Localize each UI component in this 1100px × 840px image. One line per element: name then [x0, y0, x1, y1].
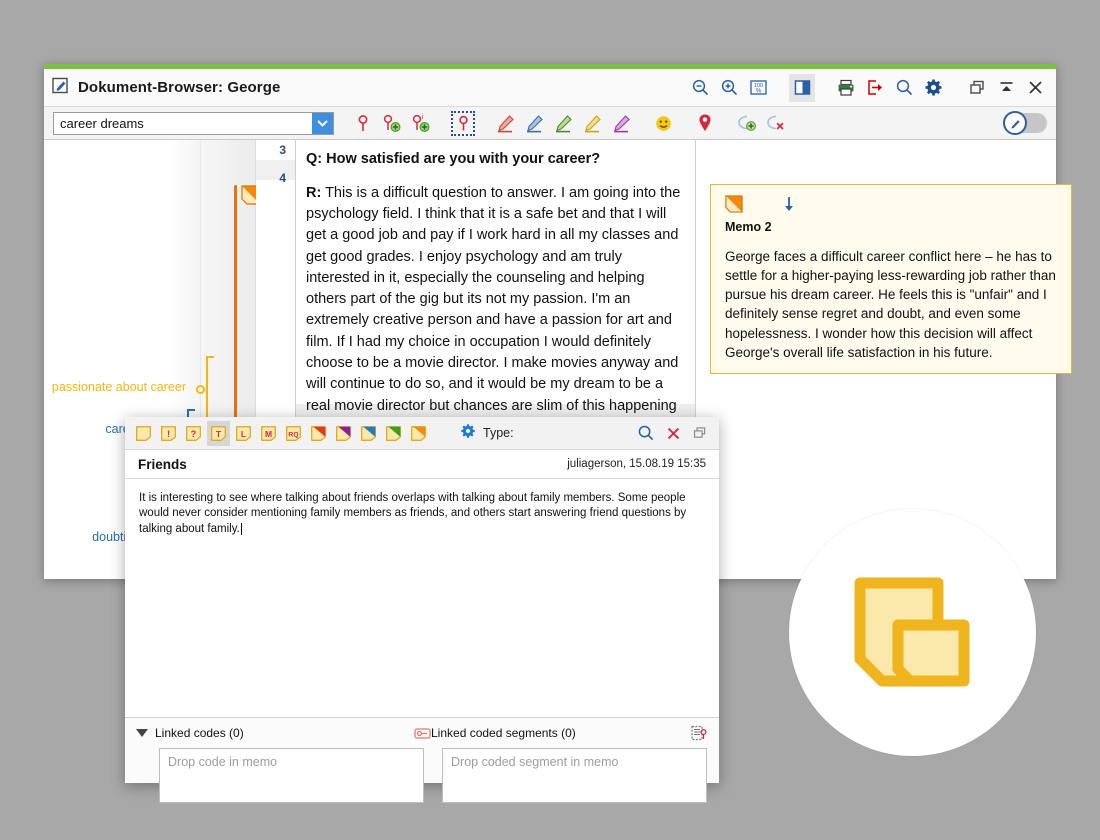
memo-panel: Memo 2 George faces a difficult career c… — [696, 140, 1072, 578]
document-edit-icon — [52, 77, 69, 99]
highlight-red-icon[interactable] — [492, 110, 518, 137]
memo-card-body: George faces a difficult career conflict… — [725, 249, 1056, 360]
page-number: 4 — [279, 171, 286, 185]
code-selected-icon[interactable] — [450, 110, 476, 137]
code-search-box[interactable] — [53, 111, 334, 135]
memo-author-date: juliagerson, 15.08.19 15:35 — [567, 458, 706, 470]
close-icon[interactable] — [665, 425, 682, 442]
highlight-yellow-icon[interactable] — [579, 110, 605, 137]
search-input[interactable] — [54, 112, 312, 134]
screen: Dokument-Browser: George 100% career dre… — [0, 0, 1100, 840]
edit-mode-toggle[interactable] — [1003, 111, 1047, 135]
memo-marker-icon[interactable] — [241, 185, 261, 205]
chevron-down-icon[interactable] — [312, 112, 333, 134]
window-titlebar: Dokument-Browser: George 100% — [44, 69, 1056, 107]
code-stripe-career-top[interactable] — [234, 185, 237, 428]
comment-add-icon[interactable] — [734, 110, 760, 137]
memo-orange-icon — [725, 194, 743, 218]
code-icon[interactable] — [350, 110, 376, 137]
memo-dialog-header: Friends juliagerson, 15.08.19 15:35 — [125, 450, 719, 479]
memo-color-orange[interactable] — [407, 421, 430, 446]
window-controls: 100% — [687, 73, 1048, 102]
svg-text:%: % — [755, 88, 761, 95]
highlight-green-icon[interactable] — [550, 110, 576, 137]
memo-type-literature[interactable]: L — [232, 421, 255, 446]
restore-icon[interactable] — [692, 425, 708, 441]
highlight-blue-icon[interactable] — [521, 110, 547, 137]
document-question: Q: How satisfied are you with your caree… — [306, 151, 601, 167]
export-icon[interactable] — [862, 74, 888, 102]
memo-type-research-question[interactable]: RQ — [282, 421, 305, 446]
memo-links-section: Linked codes (0) Linked coded segments (… — [125, 718, 719, 803]
memo-type-label: Type: — [483, 426, 514, 440]
collapse-icon[interactable] — [993, 74, 1019, 102]
gear-icon[interactable] — [460, 423, 476, 444]
highlight-magenta-icon[interactable] — [608, 110, 634, 137]
memo-type-blank[interactable] — [132, 421, 155, 446]
svg-text:L: L — [241, 428, 246, 438]
restore-icon[interactable] — [964, 74, 990, 102]
memo-type-method[interactable]: M — [257, 421, 280, 446]
linked-codes-dropzone[interactable]: Drop code in memo — [159, 748, 424, 803]
linked-segments-dropzone[interactable]: Drop coded segment in memo — [442, 748, 707, 803]
svg-text:RQ: RQ — [288, 431, 298, 438]
page-title: Dokument-Browser: George — [78, 79, 281, 96]
linked-codes-label: Linked codes (0) — [155, 726, 244, 740]
memo-color-red[interactable] — [307, 421, 330, 446]
memo-dialog-toolbar: ! ? T L M RQ Type: — [125, 417, 719, 450]
segment-link-icon[interactable] — [691, 725, 708, 741]
zoom-out-icon[interactable] — [687, 74, 713, 102]
arrow-down-icon[interactable] — [781, 195, 797, 218]
memo-body-editor[interactable]: It is interesting to see where talking a… — [125, 479, 719, 718]
linked-segments-label: Linked coded segments (0) — [431, 726, 576, 740]
split-view-icon[interactable] — [789, 73, 815, 102]
search-icon[interactable] — [891, 74, 917, 102]
close-icon[interactable] — [1022, 74, 1048, 102]
memo-notes-logo — [789, 509, 1036, 756]
svg-text:i: i — [422, 114, 424, 121]
svg-text:M: M — [265, 428, 272, 438]
memo-card-title: Memo 2 — [725, 220, 772, 234]
svg-text:!: ! — [167, 428, 170, 438]
page-divider-band — [256, 160, 295, 180]
settings-icon[interactable] — [920, 74, 946, 102]
zoom-in-icon[interactable] — [716, 74, 742, 102]
pencil-icon — [1003, 111, 1027, 135]
page-number: 3 — [279, 143, 286, 157]
triangle-down-icon[interactable] — [136, 729, 148, 737]
zoom-100-icon[interactable]: 100% — [745, 74, 771, 102]
code-dot-passionate[interactable] — [196, 385, 205, 394]
memo-dialog: ! ? T L M RQ Type: Friends juliagerson, … — [125, 417, 719, 803]
memo-color-blue[interactable] — [357, 421, 380, 446]
answer-prefix: R: — [306, 184, 322, 201]
code-label-text: passionate about career — [51, 380, 186, 394]
code-inline-add-icon[interactable]: i — [408, 110, 434, 137]
memo-type-question[interactable]: ? — [182, 421, 205, 446]
coding-toolbar: i — [44, 107, 1056, 140]
code-link-icon[interactable] — [414, 727, 431, 740]
memo-color-green[interactable] — [382, 421, 405, 446]
text-caret — [240, 522, 245, 535]
memo-body-text: It is interesting to see where talking a… — [139, 492, 687, 535]
code-add-icon[interactable] — [379, 110, 405, 137]
memo-color-purple[interactable] — [332, 421, 355, 446]
code-marker-icon[interactable] — [692, 110, 718, 137]
print-icon[interactable] — [833, 74, 859, 102]
comment-delete-icon[interactable] — [763, 110, 789, 137]
svg-text:?: ? — [191, 428, 197, 438]
memo-type-theory[interactable]: T — [207, 420, 230, 446]
memo-title[interactable]: Friends — [138, 457, 187, 472]
emoticode-icon[interactable] — [650, 110, 676, 137]
memo-card[interactable]: Memo 2 George faces a difficult career c… — [710, 184, 1072, 374]
code-label-passionate-about-career[interactable]: passionate about career — [52, 380, 186, 394]
search-icon[interactable] — [637, 424, 655, 442]
svg-text:T: T — [216, 428, 222, 438]
memo-type-exclamation[interactable]: ! — [157, 421, 180, 446]
